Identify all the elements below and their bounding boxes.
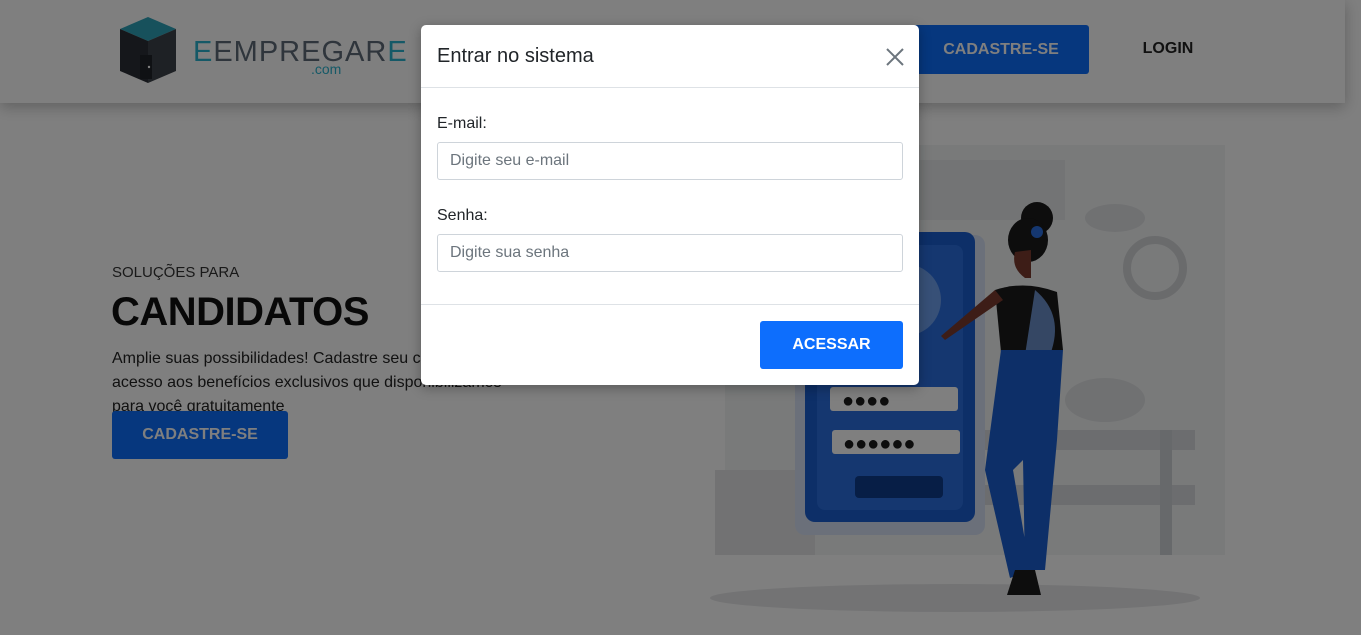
email-label: E-mail: (437, 115, 487, 132)
login-modal: Entrar no sistema E-mail: Senha: ACESSAR (421, 25, 919, 385)
password-label: Senha: (437, 207, 488, 224)
email-field[interactable] (437, 142, 903, 180)
submit-button[interactable]: ACESSAR (760, 321, 903, 369)
close-button[interactable] (883, 45, 907, 69)
password-field[interactable] (437, 234, 903, 272)
modal-title: Entrar no sistema (437, 45, 594, 67)
close-icon (886, 48, 904, 66)
modal-body: E-mail: Senha: (421, 88, 919, 305)
modal-header: Entrar no sistema (421, 25, 919, 88)
